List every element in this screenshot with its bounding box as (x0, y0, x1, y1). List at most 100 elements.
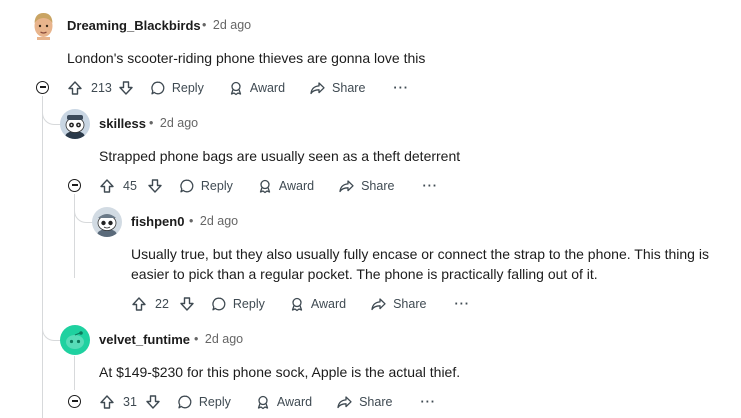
comment-actions: 213 Reply Award Share ··· (67, 76, 409, 100)
share-label: Share (332, 81, 366, 95)
thread-elbow-velvet (42, 326, 61, 341)
award-label: Award (249, 81, 286, 95)
comment-meta: • 2d ago (189, 214, 238, 228)
share-arrow-icon (371, 298, 386, 311)
memoji-avatar-icon (34, 13, 53, 40)
award-label: Award (276, 395, 313, 409)
more-options-button[interactable]: ··· (420, 390, 436, 414)
award-icon (230, 81, 241, 96)
share-label: Share (393, 297, 427, 311)
comment-meta: • 2d ago (149, 116, 198, 130)
upvote-icon (100, 179, 114, 193)
share-label: Share (359, 395, 393, 409)
reply-button[interactable]: Reply (177, 390, 231, 414)
reply-label: Reply (198, 395, 231, 409)
comment-text: Strapped phone bags are usually seen as … (99, 148, 461, 164)
comment-meta: • 2d ago (202, 18, 251, 32)
vote-score: 22 (155, 297, 169, 311)
downvote-icon (119, 81, 133, 95)
upvote-button[interactable] (67, 76, 83, 100)
upvote-icon (132, 297, 146, 311)
award-icon (259, 179, 271, 194)
share-arrow-icon (339, 180, 354, 193)
vote-score: 213 (91, 81, 112, 95)
meta-separator: • (189, 214, 194, 228)
downvote-button[interactable] (147, 174, 163, 198)
comment-time: 2d ago (204, 332, 244, 346)
comment-text: London's scooter-riding phone thieves ar… (67, 50, 426, 66)
upvote-button[interactable] (131, 292, 147, 316)
share-button[interactable]: Share (309, 76, 365, 100)
upvote-icon (68, 81, 82, 95)
comment-actions: 31 Reply Award Share ··· (99, 390, 436, 414)
meta-separator: • (202, 18, 207, 32)
comment-actions: 45 Reply Award Share ··· (99, 174, 438, 198)
collapse-button[interactable] (68, 179, 81, 192)
share-button[interactable]: Share (370, 292, 426, 316)
collapse-button[interactable] (36, 81, 49, 94)
avatar[interactable] (60, 109, 90, 139)
thread-line-velvet (74, 356, 75, 390)
thread-elbow-skilless (42, 110, 61, 125)
avatar[interactable] (60, 325, 90, 355)
snoo-avatar-icon (97, 214, 117, 237)
downvote-icon (148, 179, 162, 193)
snoo-avatar-icon (65, 115, 85, 139)
share-button[interactable]: Share (338, 174, 394, 198)
vote-score: 31 (123, 395, 137, 409)
default-snoo-avatar-icon (66, 331, 84, 349)
upvote-button[interactable] (99, 174, 115, 198)
downvote-button[interactable] (118, 76, 134, 100)
award-button[interactable]: Award (228, 76, 285, 100)
avatar[interactable] (92, 207, 122, 237)
more-options-button[interactable]: ··· (454, 292, 470, 316)
award-button[interactable]: Award (289, 292, 346, 316)
award-button[interactable]: Award (255, 390, 312, 414)
reply-bubble-icon (212, 297, 226, 311)
award-icon (257, 395, 269, 410)
comment-author[interactable]: Dreaming_Blackbirds (67, 18, 201, 33)
more-options-button[interactable]: ··· (422, 174, 438, 198)
downvote-button[interactable] (145, 390, 161, 414)
reply-bubble-icon (180, 179, 194, 193)
downvote-icon (146, 395, 160, 409)
award-icon (291, 297, 303, 312)
thread-line-root (42, 96, 43, 418)
reply-label: Reply (200, 179, 233, 193)
avatar[interactable] (31, 11, 56, 40)
downvote-button[interactable] (179, 292, 195, 316)
meta-separator: • (194, 332, 199, 346)
reply-button[interactable]: Reply (150, 76, 204, 100)
vote-score: 45 (123, 179, 137, 193)
award-button[interactable]: Award (257, 174, 314, 198)
reply-label: Reply (171, 81, 204, 95)
reply-bubble-icon (178, 395, 192, 409)
comment-time: 2d ago (199, 214, 239, 228)
comment-text-line-2: easier to pick than a regular pocket. Th… (131, 266, 598, 282)
comment-author[interactable]: fishpen0 (131, 214, 184, 229)
downvote-icon (180, 297, 194, 311)
share-button[interactable]: Share (336, 390, 392, 414)
collapse-button[interactable] (68, 395, 81, 408)
comment-text-line-1: Usually true, but they also usually full… (131, 246, 709, 262)
reply-button[interactable]: Reply (179, 174, 233, 198)
upvote-button[interactable] (99, 390, 115, 414)
reply-bubble-icon (151, 81, 165, 95)
share-arrow-icon (310, 82, 325, 95)
upvote-icon (100, 395, 114, 409)
award-label: Award (310, 297, 347, 311)
comment-actions: 22 Reply Award Share ··· (131, 292, 470, 316)
more-options-button[interactable]: ··· (393, 76, 409, 100)
thread-elbow-fishpen (74, 208, 93, 223)
share-arrow-icon (337, 396, 352, 409)
reply-label: Reply (232, 297, 265, 311)
comment-time: 2d ago (212, 18, 252, 32)
meta-separator: • (149, 116, 154, 130)
thread-line-skilless (74, 194, 75, 278)
comment-text: At $149-$230 for this phone sock, Apple … (99, 364, 461, 380)
comment-meta: • 2d ago (194, 332, 243, 346)
reply-button[interactable]: Reply (211, 292, 265, 316)
comment-time: 2d ago (159, 116, 199, 130)
comment-author[interactable]: velvet_funtime (99, 332, 190, 347)
comment-author[interactable]: skilless (99, 116, 146, 131)
